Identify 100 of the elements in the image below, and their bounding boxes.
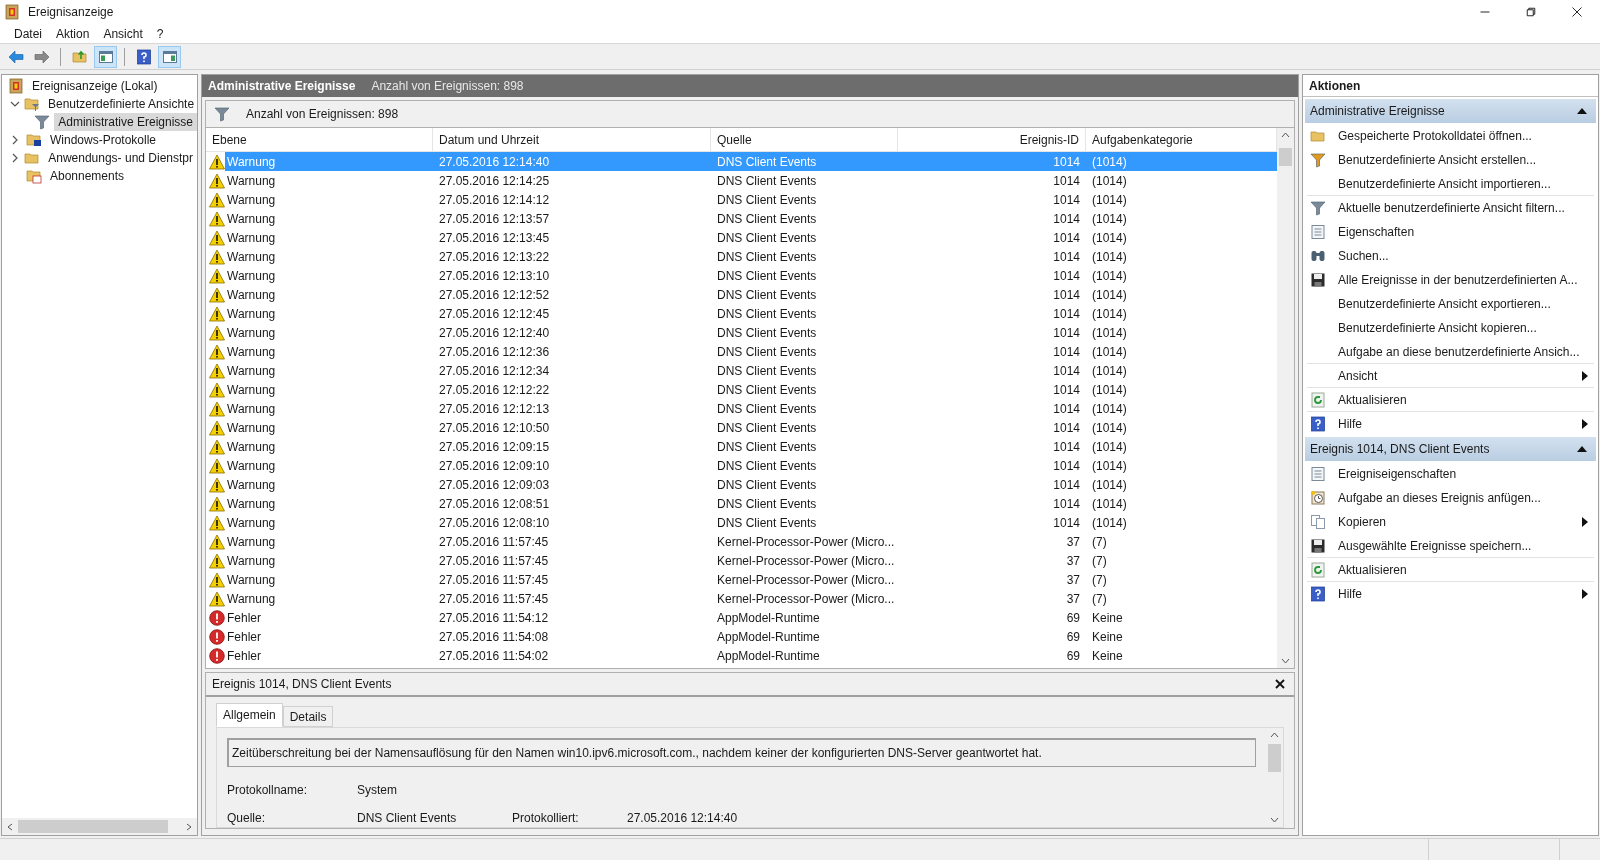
scrollbar-thumb[interactable] bbox=[1279, 148, 1292, 166]
warning-icon bbox=[209, 514, 225, 531]
table-cell-text: (1014) bbox=[1091, 191, 1128, 209]
field-value: 27.05.2016 12:14:40 bbox=[627, 810, 739, 827]
event-row[interactable]: Warnung 27.05.2016 12:13:57 DNS Client Events 1014 (1014) bbox=[206, 209, 1277, 228]
level-text: Warnung bbox=[226, 172, 277, 190]
action-item[interactable]: Ausgewählte Ereignisse speichern... bbox=[1307, 534, 1594, 557]
table-cell-text: 27.05.2016 11:54:02 bbox=[438, 647, 550, 665]
table-cell-text: (1014) bbox=[1091, 305, 1128, 323]
filter-summary: Anzahl von Ereignissen: 898 bbox=[246, 106, 399, 123]
scroll-up-icon[interactable] bbox=[1281, 132, 1290, 138]
event-row[interactable]: Warnung 27.05.2016 12:09:10 DNS Client Events 1014 (1014) bbox=[206, 456, 1277, 475]
table-cell-text: DNS Client Events bbox=[716, 400, 818, 418]
event-row[interactable]: Warnung 27.05.2016 12:13:22 DNS Client Events 1014 (1014) bbox=[206, 247, 1277, 266]
event-row[interactable]: Warnung 27.05.2016 12:13:45 DNS Client Events 1014 (1014) bbox=[206, 228, 1277, 247]
scroll-up-icon[interactable] bbox=[1270, 732, 1279, 738]
event-row[interactable]: Warnung 27.05.2016 12:12:13 DNS Client Events 1014 (1014) bbox=[206, 399, 1277, 418]
event-row[interactable]: Warnung 27.05.2016 12:12:40 DNS Client Events 1014 (1014) bbox=[206, 323, 1277, 342]
event-row[interactable]: Warnung 27.05.2016 12:08:51 DNS Client Events 1014 (1014) bbox=[206, 494, 1277, 513]
action-item[interactable]: Aktualisieren bbox=[1307, 388, 1594, 411]
table-cell-text: (1014) bbox=[1091, 476, 1128, 494]
action-item[interactable]: Aufgabe an diese benutzerdefinierte Ansich... bbox=[1307, 340, 1594, 363]
scrollbar-thumb[interactable] bbox=[1268, 744, 1281, 772]
tab[interactable]: Allgemein bbox=[216, 703, 283, 727]
expanded-chevron-icon[interactable] bbox=[10, 99, 20, 109]
event-row[interactable]: Warnung 27.05.2016 12:14:25 DNS Client Events 1014 (1014) bbox=[206, 171, 1277, 190]
event-row[interactable]: Warnung 27.05.2016 12:12:22 DNS Client Events 1014 (1014) bbox=[206, 380, 1277, 399]
event-row[interactable]: Warnung 27.05.2016 11:57:45 Kernel-Processor-Power (Micro... 37 (7) bbox=[206, 532, 1277, 551]
vertical-scrollbar[interactable] bbox=[1277, 128, 1294, 668]
scroll-down-icon[interactable] bbox=[1270, 817, 1279, 823]
tree-item[interactable]: Anwendungs- und Dienstpr bbox=[44, 149, 197, 167]
event-row[interactable]: Warnung 27.05.2016 12:08:10 DNS Client Events 1014 (1014) bbox=[206, 513, 1277, 532]
table-cell-text: DNS Client Events bbox=[716, 514, 818, 532]
event-row[interactable]: Warnung 27.05.2016 11:57:45 Kernel-Processor-Power (Micro... 37 (7) bbox=[206, 589, 1277, 608]
column-header[interactable]: Datum und Uhrzeit bbox=[433, 128, 711, 151]
refresh-icon bbox=[1310, 561, 1326, 578]
column-header[interactable]: Ebene bbox=[206, 128, 433, 151]
table-cell-text: 1014 bbox=[1052, 248, 1081, 266]
action-item[interactable]: Aufgabe an dieses Ereignis anfügen... bbox=[1307, 486, 1594, 509]
scroll-right-icon[interactable] bbox=[185, 822, 193, 831]
table-cell-text: 1014 bbox=[1052, 400, 1081, 418]
action-item[interactable]: Aktualisieren bbox=[1307, 558, 1594, 581]
menu-item[interactable]: Datei bbox=[8, 24, 48, 43]
action-item[interactable]: Benutzerdefinierte Ansicht kopieren... bbox=[1307, 316, 1594, 339]
scroll-down-icon[interactable] bbox=[1281, 658, 1290, 664]
scrollbar-thumb[interactable] bbox=[18, 820, 168, 833]
action-item[interactable]: Gespeicherte Protokolldatei öffnen... bbox=[1307, 124, 1594, 147]
scroll-left-icon[interactable] bbox=[6, 822, 14, 831]
horizontal-scrollbar[interactable] bbox=[2, 818, 197, 835]
menu-item[interactable]: Aktion bbox=[50, 24, 96, 43]
table-cell-text: (1014) bbox=[1091, 324, 1128, 342]
column-header[interactable]: Quelle bbox=[711, 128, 898, 151]
table-cell-text: DNS Client Events bbox=[716, 229, 818, 247]
action-item[interactable]: Benutzerdefinierte Ansicht importieren... bbox=[1307, 172, 1594, 195]
event-row[interactable]: Warnung 27.05.2016 12:12:36 DNS Client Events 1014 (1014) bbox=[206, 342, 1277, 361]
section-header[interactable]: Ereignis 1014, DNS Client Events bbox=[1305, 437, 1596, 461]
window-title: Ereignisanzeige bbox=[28, 4, 114, 21]
event-row[interactable]: Warnung 27.05.2016 12:12:52 DNS Client Events 1014 (1014) bbox=[206, 285, 1277, 304]
event-row[interactable]: Warnung 27.05.2016 12:12:45 DNS Client Events 1014 (1014) bbox=[206, 304, 1277, 323]
tree-item[interactable]: Abonnements bbox=[46, 167, 129, 185]
tree-item[interactable]: Ereignisanzeige (Lokal) bbox=[28, 77, 162, 95]
event-row[interactable]: Warnung 27.05.2016 12:09:03 DNS Client Events 1014 (1014) bbox=[206, 475, 1277, 494]
action-item[interactable]: Hilfe bbox=[1307, 582, 1594, 605]
level-text: Warnung bbox=[226, 495, 277, 513]
menu-item[interactable]: ? bbox=[150, 24, 170, 43]
action-pane-button[interactable] bbox=[158, 45, 181, 68]
level-text: Warnung bbox=[226, 324, 277, 342]
action-item[interactable]: Alle Ereignisse in der benutzerdefinierten A... bbox=[1307, 268, 1594, 291]
action-item[interactable]: Kopieren bbox=[1307, 510, 1594, 533]
tree-item[interactable]: Benutzerdefinierte Ansichte bbox=[44, 95, 197, 113]
menu-item[interactable]: Ansicht bbox=[97, 24, 149, 43]
event-row[interactable]: Warnung 27.05.2016 12:09:15 DNS Client Events 1014 (1014) bbox=[206, 437, 1277, 456]
table-cell-text: 1014 bbox=[1052, 419, 1081, 437]
tree-item[interactable]: Windows-Protokolle bbox=[46, 131, 161, 149]
action-item[interactable]: Eigenschaften bbox=[1307, 220, 1594, 243]
table-cell-text: (1014) bbox=[1091, 248, 1128, 266]
action-item[interactable]: Benutzerdefinierte Ansicht exportieren... bbox=[1307, 292, 1594, 315]
event-row[interactable]: Warnung 27.05.2016 12:13:10 DNS Client Events 1014 (1014) bbox=[206, 266, 1277, 285]
event-row[interactable]: Warnung 27.05.2016 12:10:50 DNS Client Events 1014 (1014) bbox=[206, 418, 1277, 437]
action-item[interactable]: Hilfe bbox=[1307, 412, 1594, 435]
tab[interactable]: Details bbox=[282, 706, 334, 727]
action-item[interactable]: Suchen... bbox=[1307, 244, 1594, 267]
action-item[interactable]: Benutzerdefinierte Ansicht erstellen... bbox=[1307, 148, 1594, 171]
action-item[interactable]: Ansicht bbox=[1307, 364, 1594, 387]
event-row[interactable]: Fehler 27.05.2016 11:54:12 AppModel-Runtime 69 Keine bbox=[206, 608, 1277, 627]
action-item[interactable]: Aktuelle benutzerdefinierte Ansicht filtern... bbox=[1307, 196, 1594, 219]
section-header[interactable]: Administrative Ereignisse bbox=[1305, 99, 1596, 123]
properties-icon bbox=[1310, 223, 1326, 240]
action-item[interactable]: Ereigniseigenschaften bbox=[1307, 462, 1594, 485]
event-row[interactable]: Warnung 27.05.2016 11:57:45 Kernel-Processor-Power (Micro... 37 (7) bbox=[206, 570, 1277, 589]
event-row[interactable]: Warnung 27.05.2016 11:57:45 Kernel-Processor-Power (Micro... 37 (7) bbox=[206, 551, 1277, 570]
warning-icon bbox=[209, 267, 225, 284]
detail-title: Ereignis 1014, DNS Client Events bbox=[212, 676, 392, 693]
event-row[interactable]: Fehler 27.05.2016 11:54:08 AppModel-Runtime 69 Keine bbox=[206, 627, 1277, 646]
event-row[interactable]: Warnung 27.05.2016 12:14:12 DNS Client Events 1014 (1014) bbox=[206, 190, 1277, 209]
tree-item[interactable]: Administrative Ereignisse bbox=[54, 113, 197, 131]
event-row[interactable]: Warnung 27.05.2016 12:12:34 DNS Client Events 1014 (1014) bbox=[206, 361, 1277, 380]
event-row[interactable]: Fehler 27.05.2016 11:54:02 AppModel-Runtime 69 Keine bbox=[206, 646, 1277, 665]
column-header[interactable]: Ereignis-ID bbox=[898, 128, 1086, 151]
tree-pane-button[interactable] bbox=[94, 45, 117, 68]
